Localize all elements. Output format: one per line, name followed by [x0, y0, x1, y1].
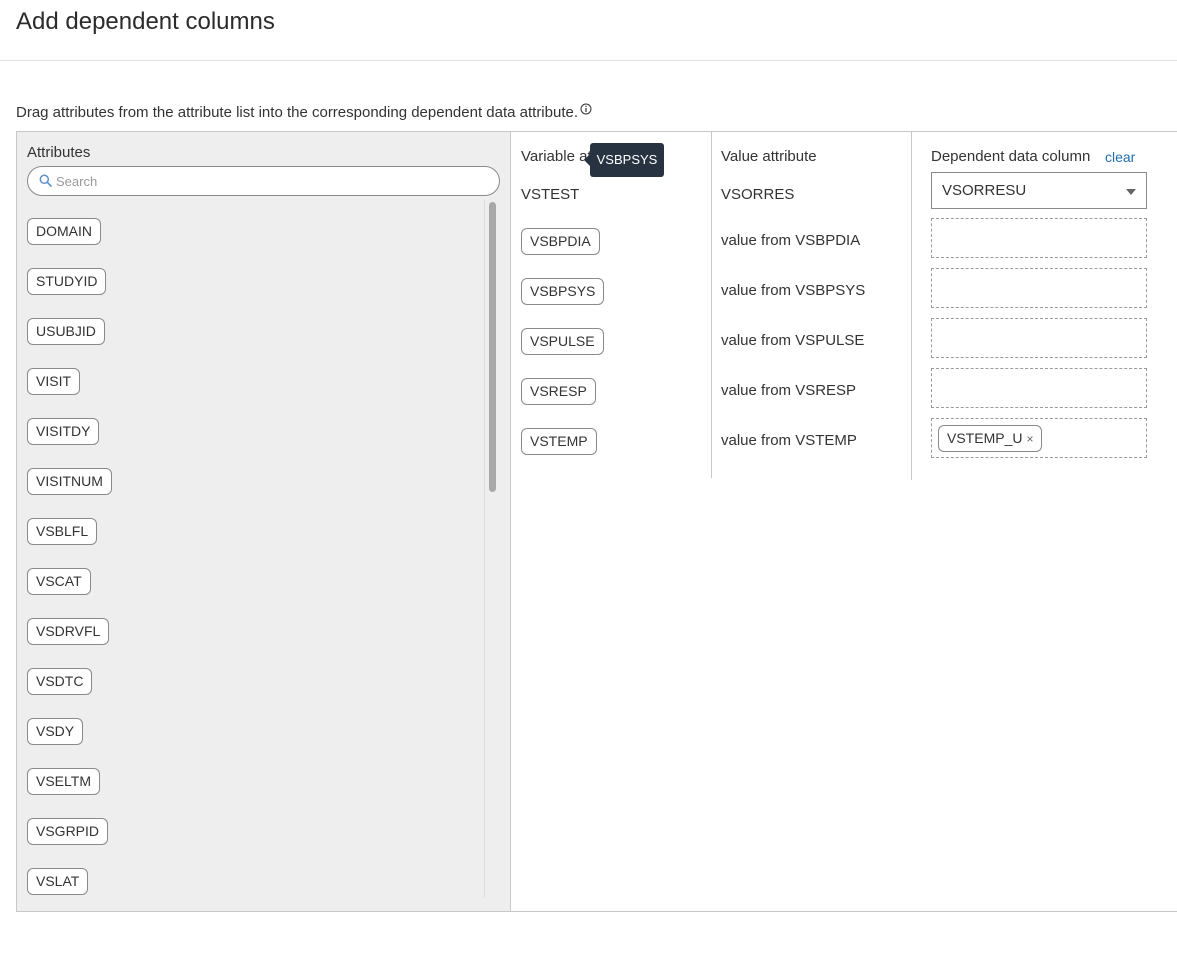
- value-attribute-column: Value attribute VSORRES value from VSBPD…: [712, 132, 912, 480]
- dependent-select-value: VSORRESU: [942, 182, 1027, 199]
- variable-attribute-column: Variable attribute VSTEST VSBPDIA VSBPSY…: [512, 132, 712, 478]
- scrollbar-thumb[interactable]: [489, 202, 496, 492]
- attribute-chip-vsdy[interactable]: VSDY: [27, 718, 84, 745]
- attribute-chip-usubjid[interactable]: USUBJID: [27, 318, 105, 345]
- attribute-chip-visitnum[interactable]: VISITNUM: [27, 468, 112, 495]
- attribute-chip-vslat[interactable]: VSLAT: [27, 868, 89, 895]
- drop-zone-vstemp[interactable]: VSTEMP_U ×: [931, 418, 1147, 458]
- chevron-down-icon: [1126, 189, 1136, 195]
- value-attribute-header: Value attribute: [721, 148, 817, 165]
- attribute-chip-vsblfl[interactable]: VSBLFL: [27, 518, 98, 545]
- drop-zone-vsresp[interactable]: [931, 368, 1147, 408]
- attribute-chip-domain[interactable]: DOMAIN: [27, 218, 101, 245]
- attribute-chip-vsgrpid[interactable]: VSGRPID: [27, 818, 109, 845]
- attribute-chip-studyid[interactable]: STUDYID: [27, 268, 107, 295]
- drop-zone-vsbpdia[interactable]: [931, 218, 1147, 258]
- search-input[interactable]: [56, 172, 486, 190]
- attribute-chip-visit[interactable]: VISIT: [27, 368, 81, 395]
- dialog-header: Add dependent columns: [0, 0, 1177, 61]
- attribute-chip-vscat[interactable]: VSCAT: [27, 568, 91, 595]
- dependent-chip-vstemp-u[interactable]: VSTEMP_U ×: [938, 425, 1043, 452]
- variable-chip-vsresp[interactable]: VSRESP: [521, 378, 596, 405]
- value-text-vstemp: value from VSTEMP: [721, 432, 857, 449]
- value-text-vsbpsys: value from VSBPSYS: [721, 282, 866, 299]
- attribute-chip-vsdrvfl[interactable]: VSDRVFL: [27, 618, 110, 645]
- value-text-vsresp: value from VSRESP: [721, 382, 857, 399]
- value-text-vsbpdia: value from VSBPDIA: [721, 232, 861, 249]
- attribute-chip-visitdy[interactable]: VISITDY: [27, 418, 100, 445]
- dependent-chip-label: VSTEMP_U: [947, 430, 1023, 446]
- variable-chip-vsbpdia[interactable]: VSBPDIA: [521, 228, 600, 255]
- variable-chip-vspulse[interactable]: VSPULSE: [521, 328, 604, 355]
- instructions: Drag attributes from the attribute list …: [16, 102, 592, 121]
- instructions-text: Drag attributes from the attribute list …: [16, 104, 579, 121]
- clear-link[interactable]: clear: [1105, 149, 1135, 165]
- dependent-column-select[interactable]: VSORRESU: [931, 172, 1147, 209]
- attribute-list: DOMAIN STUDYID USUBJID VISIT VISITDY VIS…: [17, 204, 497, 898]
- mapping-workspace: Attributes DOMAIN STUDYID USUBJID VISIT …: [16, 131, 1177, 912]
- attribute-list-scrollbar[interactable]: [484, 200, 498, 897]
- variable-attribute-name: VSTEST: [521, 186, 580, 203]
- tooltip: VSBPSYS: [584, 143, 664, 177]
- attributes-label: Attributes: [27, 144, 91, 161]
- attribute-chip-vsdtc[interactable]: VSDTC: [27, 668, 93, 695]
- dependent-data-column: Dependent data column clear VSORRESU VST…: [912, 132, 1177, 480]
- close-icon[interactable]: ×: [1026, 432, 1033, 446]
- page-title: Add dependent columns: [16, 8, 275, 35]
- variable-chip-vstemp[interactable]: VSTEMP: [521, 428, 597, 455]
- attribute-chip-vseltm[interactable]: VSELTM: [27, 768, 100, 795]
- value-attribute-name: VSORRES: [721, 186, 795, 203]
- variable-chip-vsbpsys[interactable]: VSBPSYS: [521, 278, 605, 305]
- drop-zone-vsbpsys[interactable]: [931, 268, 1147, 308]
- dependent-data-header: Dependent data column: [931, 148, 1091, 165]
- value-text-vspulse: value from VSPULSE: [721, 332, 865, 349]
- info-icon[interactable]: [580, 102, 592, 119]
- search-box[interactable]: [27, 166, 500, 196]
- drop-zone-vspulse[interactable]: [931, 318, 1147, 358]
- attributes-panel: Attributes DOMAIN STUDYID USUBJID VISIT …: [17, 132, 511, 911]
- search-icon: [39, 174, 52, 192]
